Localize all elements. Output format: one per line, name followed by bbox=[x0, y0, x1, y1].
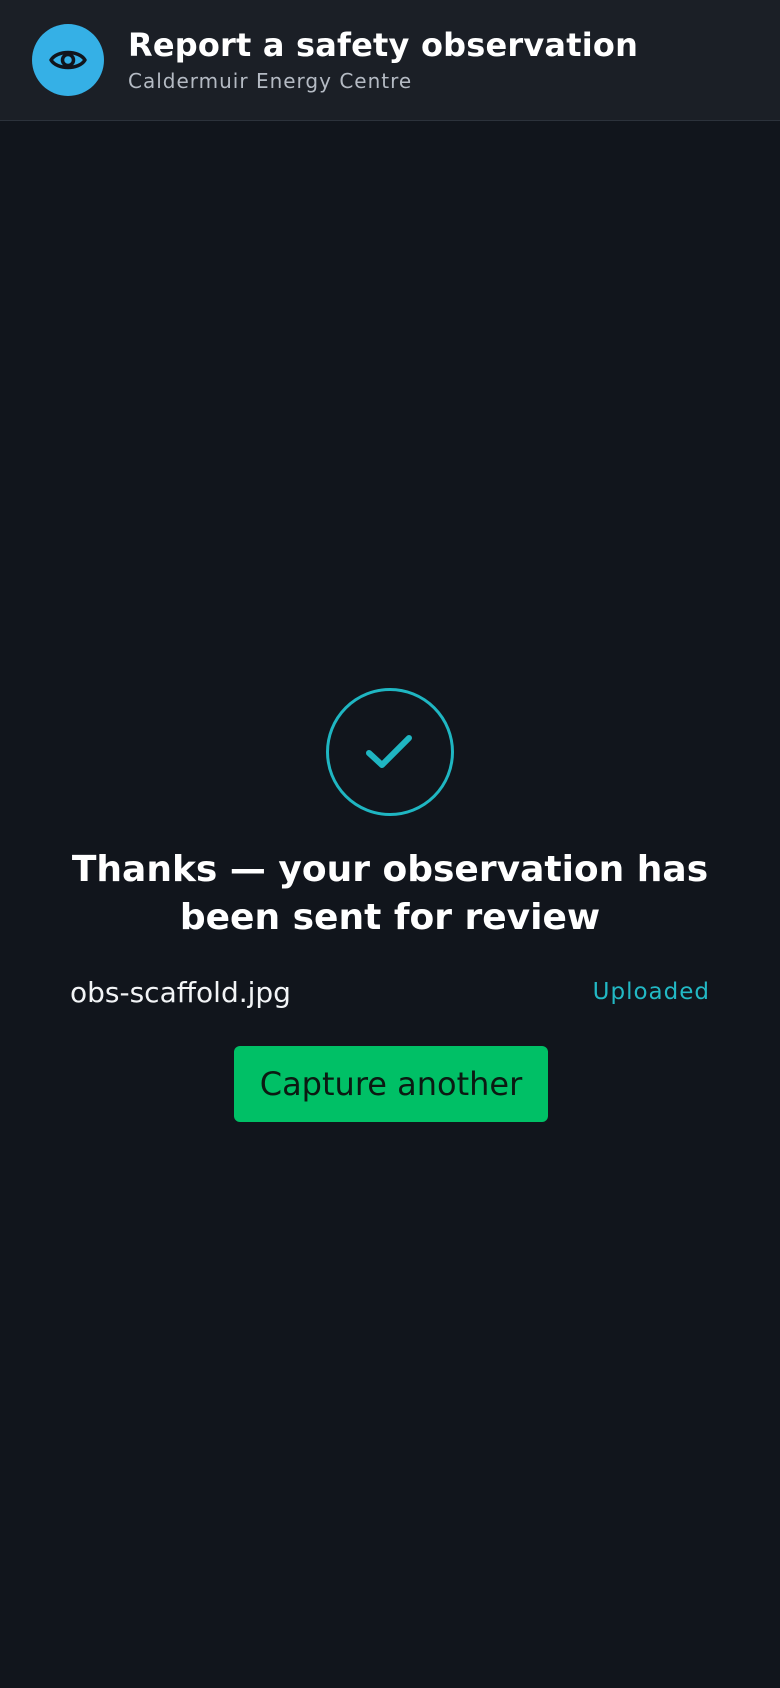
site-name: Caldermuir Energy Centre bbox=[128, 69, 413, 93]
page-title: Report a safety observation bbox=[128, 26, 639, 64]
app-screen: Report a safety observation Caldermuir E… bbox=[0, 0, 780, 1688]
capture-another-button[interactable]: Capture another bbox=[234, 1046, 548, 1122]
upload-status: Uploaded bbox=[592, 979, 710, 1005]
eye-icon bbox=[32, 24, 104, 96]
uploaded-file-row: obs-scaffold.jpg Uploaded bbox=[70, 972, 710, 1012]
confirmation-message: Thanks — your observation has been sent … bbox=[71, 849, 709, 938]
file-name: obs-scaffold.jpg bbox=[70, 975, 291, 1009]
app-header: Report a safety observation Caldermuir E… bbox=[0, 0, 780, 121]
check-circle-icon bbox=[326, 688, 454, 816]
